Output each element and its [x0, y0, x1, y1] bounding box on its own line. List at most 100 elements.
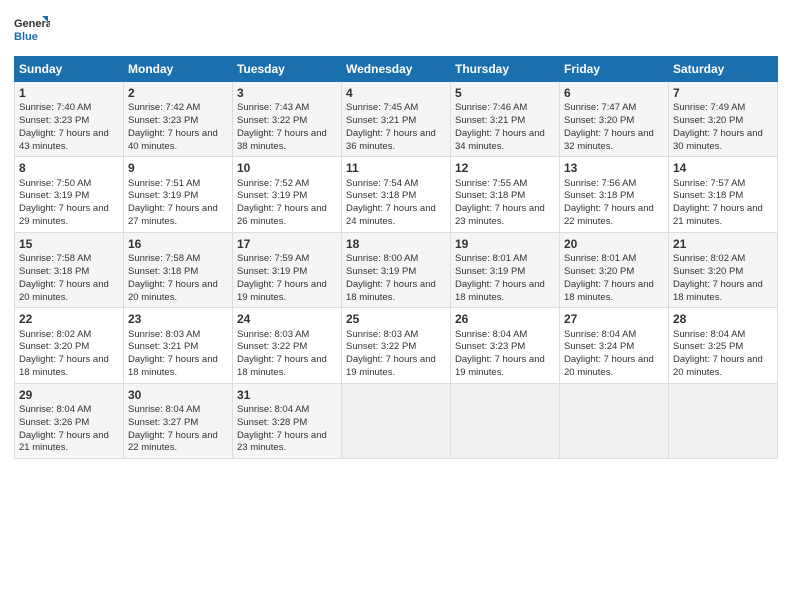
week-row-1: 1Sunrise: 7:40 AMSunset: 3:23 PMDaylight… — [15, 82, 778, 157]
col-header-saturday: Saturday — [669, 57, 778, 82]
day-number: 25 — [346, 311, 446, 327]
day-number: 23 — [128, 311, 228, 327]
sunrise: Sunrise: 7:52 AM — [237, 178, 309, 189]
sunrise: Sunrise: 7:50 AM — [19, 178, 91, 189]
calendar-cell: 7Sunrise: 7:49 AMSunset: 3:20 PMDaylight… — [669, 82, 778, 157]
sunrise: Sunrise: 8:03 AM — [237, 329, 309, 340]
col-header-tuesday: Tuesday — [233, 57, 342, 82]
sunset: Sunset: 3:18 PM — [564, 190, 634, 201]
calendar-cell: 9Sunrise: 7:51 AMSunset: 3:19 PMDaylight… — [124, 157, 233, 232]
day-number: 1 — [19, 85, 119, 101]
day-number: 30 — [128, 387, 228, 403]
sunrise: Sunrise: 7:45 AM — [346, 102, 418, 113]
day-number: 31 — [237, 387, 337, 403]
day-number: 4 — [346, 85, 446, 101]
calendar-cell: 11Sunrise: 7:54 AMSunset: 3:18 PMDayligh… — [342, 157, 451, 232]
calendar-cell: 16Sunrise: 7:58 AMSunset: 3:18 PMDayligh… — [124, 232, 233, 307]
sunset: Sunset: 3:22 PM — [237, 341, 307, 352]
calendar-cell: 28Sunrise: 8:04 AMSunset: 3:25 PMDayligh… — [669, 308, 778, 383]
calendar-cell: 25Sunrise: 8:03 AMSunset: 3:22 PMDayligh… — [342, 308, 451, 383]
sunset: Sunset: 3:19 PM — [237, 266, 307, 277]
sunset: Sunset: 3:18 PM — [346, 190, 416, 201]
day-number: 19 — [455, 236, 555, 252]
daylight: Daylight: 7 hours and 32 minutes. — [564, 128, 654, 152]
calendar-cell: 20Sunrise: 8:01 AMSunset: 3:20 PMDayligh… — [560, 232, 669, 307]
day-number: 11 — [346, 160, 446, 176]
col-header-monday: Monday — [124, 57, 233, 82]
sunset: Sunset: 3:19 PM — [237, 190, 307, 201]
sunset: Sunset: 3:23 PM — [128, 115, 198, 126]
calendar-cell: 19Sunrise: 8:01 AMSunset: 3:19 PMDayligh… — [451, 232, 560, 307]
sunset: Sunset: 3:21 PM — [346, 115, 416, 126]
calendar-cell: 24Sunrise: 8:03 AMSunset: 3:22 PMDayligh… — [233, 308, 342, 383]
calendar-cell: 6Sunrise: 7:47 AMSunset: 3:20 PMDaylight… — [560, 82, 669, 157]
daylight: Daylight: 7 hours and 18 minutes. — [19, 354, 109, 378]
col-header-wednesday: Wednesday — [342, 57, 451, 82]
sunrise: Sunrise: 8:04 AM — [564, 329, 636, 340]
daylight: Daylight: 7 hours and 23 minutes. — [455, 203, 545, 227]
calendar-cell: 30Sunrise: 8:04 AMSunset: 3:27 PMDayligh… — [124, 383, 233, 458]
sunrise: Sunrise: 7:49 AM — [673, 102, 745, 113]
calendar-cell — [451, 383, 560, 458]
daylight: Daylight: 7 hours and 34 minutes. — [455, 128, 545, 152]
day-number: 14 — [673, 160, 773, 176]
day-number: 3 — [237, 85, 337, 101]
daylight: Daylight: 7 hours and 20 minutes. — [19, 279, 109, 303]
calendar-container: General Blue SundayMondayTuesdayWednesda… — [0, 0, 792, 467]
sunrise: Sunrise: 7:55 AM — [455, 178, 527, 189]
sunset: Sunset: 3:20 PM — [673, 266, 743, 277]
daylight: Daylight: 7 hours and 36 minutes. — [346, 128, 436, 152]
day-number: 16 — [128, 236, 228, 252]
day-number: 18 — [346, 236, 446, 252]
sunset: Sunset: 3:21 PM — [128, 341, 198, 352]
calendar-cell: 12Sunrise: 7:55 AMSunset: 3:18 PMDayligh… — [451, 157, 560, 232]
sunset: Sunset: 3:20 PM — [564, 266, 634, 277]
sunrise: Sunrise: 7:59 AM — [237, 253, 309, 264]
sunset: Sunset: 3:20 PM — [564, 115, 634, 126]
daylight: Daylight: 7 hours and 19 minutes. — [237, 279, 327, 303]
sunset: Sunset: 3:23 PM — [455, 341, 525, 352]
calendar-cell: 10Sunrise: 7:52 AMSunset: 3:19 PMDayligh… — [233, 157, 342, 232]
sunset: Sunset: 3:20 PM — [19, 341, 89, 352]
day-number: 26 — [455, 311, 555, 327]
calendar-cell: 22Sunrise: 8:02 AMSunset: 3:20 PMDayligh… — [15, 308, 124, 383]
day-number: 24 — [237, 311, 337, 327]
calendar-cell: 4Sunrise: 7:45 AM Sunset: 3:21 PM Daylight… — [342, 82, 451, 157]
sunrise: Sunrise: 8:04 AM — [19, 404, 91, 415]
daylight: Daylight: 7 hours and 18 minutes. — [128, 354, 218, 378]
daylight: Daylight: 7 hours and 26 minutes. — [237, 203, 327, 227]
calendar-cell: 27Sunrise: 8:04 AMSunset: 3:24 PMDayligh… — [560, 308, 669, 383]
sunset: Sunset: 3:21 PM — [455, 115, 525, 126]
week-row-2: 8 Sunrise: 7:50 AM Sunset: 3:19 PM Daylight… — [15, 157, 778, 232]
daylight: Daylight: 7 hours and 18 minutes. — [673, 279, 763, 303]
daylight: Daylight: 7 hours and 21 minutes. — [673, 203, 763, 227]
sunrise: Sunrise: 8:04 AM — [455, 329, 527, 340]
svg-text:General: General — [14, 18, 50, 30]
day-number: 28 — [673, 311, 773, 327]
logo: General Blue — [14, 12, 50, 48]
sunrise: Sunrise: 8:01 AM — [564, 253, 636, 264]
calendar-cell: 17Sunrise: 7:59 AMSunset: 3:19 PMDayligh… — [233, 232, 342, 307]
day-number: 8 — [19, 160, 119, 176]
logo-icon: General Blue — [14, 12, 50, 48]
calendar-cell: 5Sunrise: 7:46 AMSunset: 3:21 PMDaylight… — [451, 82, 560, 157]
day-number: 29 — [19, 387, 119, 403]
header-row: SundayMondayTuesdayWednesdayThursdayFrid… — [15, 57, 778, 82]
calendar-cell: 26Sunrise: 8:04 AMSunset: 3:23 PMDayligh… — [451, 308, 560, 383]
daylight: Daylight: 7 hours and 18 minutes. — [455, 279, 545, 303]
sunrise: Sunrise: 7:47 AM — [564, 102, 636, 113]
col-header-friday: Friday — [560, 57, 669, 82]
col-header-sunday: Sunday — [15, 57, 124, 82]
day-number: 15 — [19, 236, 119, 252]
calendar-cell: 2Sunrise: 7:42 AMSunset: 3:23 PMDaylight… — [124, 82, 233, 157]
calendar-cell — [560, 383, 669, 458]
day-number: 27 — [564, 311, 664, 327]
calendar-table: SundayMondayTuesdayWednesdayThursdayFrid… — [14, 56, 778, 459]
sunrise: Sunrise: 7:42 AM — [128, 102, 200, 113]
day-number: 7 — [673, 85, 773, 101]
daylight: Daylight: 7 hours and 43 minutes. — [19, 128, 109, 152]
sunset: Sunset: 3:20 PM — [673, 115, 743, 126]
sunrise: Sunrise: 7:46 AM — [455, 102, 527, 113]
daylight: Daylight: 7 hours and 24 minutes. — [346, 203, 436, 227]
daylight: Daylight: 7 hours and 18 minutes. — [346, 279, 436, 303]
